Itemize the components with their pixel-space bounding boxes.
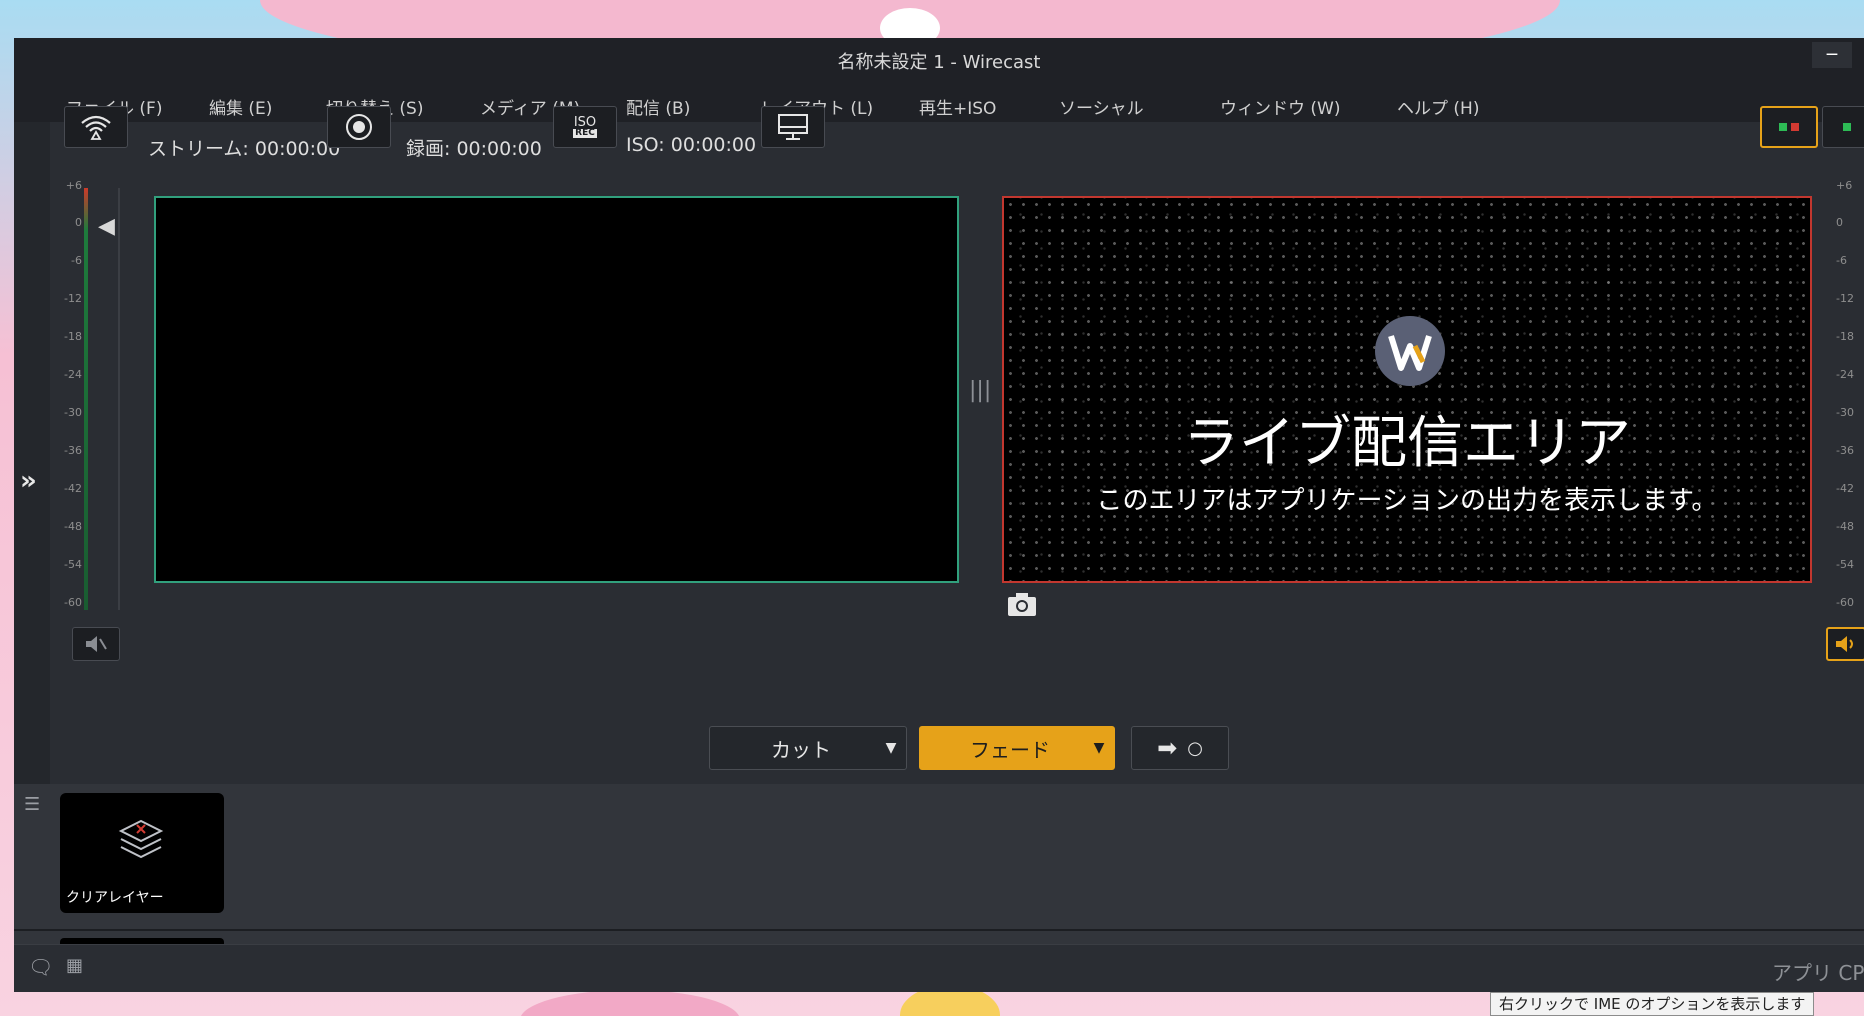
title-bar: 名称未設定 1 - Wirecast ‒: [14, 38, 1864, 84]
dual-view-icon: [1779, 123, 1799, 131]
cut-label: カット: [771, 737, 831, 762]
preview-volume-track[interactable]: [118, 188, 120, 610]
status-bar: 🗨 ▦ アプリ CP: [14, 944, 1864, 992]
menu-playback-iso[interactable]: 再生+ISO: [919, 94, 996, 119]
meter-tick: -12: [1836, 292, 1854, 305]
snapshot-button[interactable]: [1006, 590, 1038, 622]
display-output-button[interactable]: [761, 106, 825, 148]
live-background-pattern: [1004, 198, 1810, 581]
layout-single-button[interactable]: [1822, 106, 1864, 148]
layer-divider: [14, 929, 1864, 931]
meter-tick: 0: [1836, 216, 1843, 229]
meter-tick: -30: [64, 406, 82, 419]
chevron-down-icon[interactable]: ▼: [1084, 740, 1114, 756]
meter-tick: -60: [64, 596, 82, 609]
meter-tick: -18: [64, 330, 82, 343]
iso-time: 00:00:00: [670, 134, 757, 156]
iso-record-button[interactable]: ISO REC: [553, 106, 617, 148]
left-panel-strip: »: [14, 122, 50, 792]
preview-level-bar: [84, 188, 88, 610]
meter-tick: -36: [64, 444, 82, 457]
app-window: 名称未設定 1 - Wirecast ‒ ファイル (F) 編集 (E) 切り替…: [14, 38, 1864, 992]
meter-tick: -48: [64, 520, 82, 533]
volume-slider-handle-icon[interactable]: ◀: [98, 214, 115, 239]
ime-tooltip: 右クリックで IME のオプションを表示します: [1490, 992, 1815, 1016]
meter-tick: -24: [64, 368, 82, 381]
fade-label: フェード: [970, 737, 1050, 762]
live-monitor[interactable]: ライブ配信エリア このエリアはアプリケーションの出力を表示します。: [1002, 196, 1812, 583]
wallpaper-shape: [520, 990, 740, 1016]
speaker-icon: [1836, 636, 1853, 652]
meter-tick: -54: [1836, 558, 1854, 571]
meter-tick: +6: [65, 179, 82, 192]
live-meter-scale: +6 0 -6 -12 -18 -24 -30 -36 -42 -48 -54 …: [1836, 179, 1864, 609]
window-title: 名称未設定 1 - Wirecast: [837, 52, 1041, 73]
meter-tick: -12: [64, 292, 82, 305]
live-subtitle: このエリアはアプリケーションの出力を表示します。: [1096, 486, 1718, 516]
live-title: ライブ配信エリア: [1183, 411, 1631, 476]
shot-label: クリアレイヤー: [66, 890, 164, 906]
meter-tick: -42: [64, 482, 82, 495]
meter-tick: -6: [1836, 254, 1847, 267]
expand-panel-icon[interactable]: »: [20, 466, 37, 496]
menu-social[interactable]: ソーシャル: [1059, 94, 1144, 119]
chat-icon[interactable]: 🗨: [28, 955, 53, 979]
camera-icon: [1008, 593, 1036, 616]
go-transition-button[interactable]: ➡ ○: [1131, 726, 1229, 770]
menu-help[interactable]: ヘルプ (H): [1397, 94, 1479, 119]
mute-live-button[interactable]: [1826, 627, 1864, 661]
meter-tick: -30: [1836, 406, 1854, 419]
menu-bar: ファイル (F) 編集 (E) 切り替え (S) メディア (M) 配信 (B)…: [14, 84, 1864, 122]
wirecast-logo-icon: [1375, 316, 1445, 386]
fade-button[interactable]: フェード ▼: [919, 726, 1115, 770]
record-label: 録画:: [406, 138, 451, 160]
preview-monitor[interactable]: [154, 196, 959, 583]
layout-dual-button[interactable]: [1760, 106, 1818, 148]
speaker-muted-icon: [86, 636, 107, 652]
meter-tick: -24: [1836, 368, 1854, 381]
cpu-label: アプリ CP: [1772, 961, 1864, 985]
meter-tick: -42: [1836, 482, 1854, 495]
mute-preview-button[interactable]: [72, 627, 120, 661]
arrow-right-icon: ➡: [1157, 734, 1178, 762]
record-icon: [346, 114, 372, 140]
iso-rec-icon: ISO REC: [573, 116, 597, 138]
layer-handle-icon[interactable]: ☰: [24, 794, 40, 815]
meter-tick: -36: [1836, 444, 1854, 457]
meter-tick: -6: [71, 254, 82, 267]
stream-label: ストリーム:: [148, 138, 249, 160]
record-button[interactable]: [327, 106, 391, 148]
preview-meter-scale: +6 0 -6 -12 -18 -24 -30 -36 -42 -48 -54 …: [54, 179, 82, 609]
single-view-icon: [1843, 123, 1851, 131]
cut-button[interactable]: カット ▼: [709, 726, 907, 770]
meter-tick: -18: [1836, 330, 1854, 343]
meter-tick: +6: [1836, 179, 1853, 192]
shot-layers-panel: ☰ クリアレイヤー: [14, 784, 1864, 946]
monitor-icon: [778, 114, 808, 140]
meter-tick: -48: [1836, 520, 1854, 533]
layers-clear-icon: [118, 819, 164, 859]
menu-window[interactable]: ウィンドウ (W): [1220, 94, 1340, 119]
wifi-broadcast-icon: [81, 115, 111, 140]
meter-tick: -54: [64, 558, 82, 571]
stream-button[interactable]: [64, 106, 128, 148]
meter-tick: -60: [1836, 596, 1854, 609]
minimize-button[interactable]: ‒: [1812, 42, 1852, 68]
iso-label: ISO:: [626, 134, 665, 156]
go-indicator: ○: [1187, 737, 1203, 759]
menu-edit[interactable]: 編集 (E): [209, 94, 272, 119]
shot-clear-layer[interactable]: クリアレイヤー: [60, 793, 224, 913]
splitter-handle-icon[interactable]: |||: [969, 378, 991, 403]
menu-broadcast[interactable]: 配信 (B): [626, 94, 690, 119]
record-time: 00:00:00: [456, 138, 542, 160]
calendar-icon[interactable]: ▦: [66, 955, 83, 976]
meter-tick: 0: [75, 216, 82, 229]
iso-badge-bottom: REC: [573, 128, 597, 138]
minimize-icon: ‒: [1825, 41, 1839, 65]
chevron-down-icon[interactable]: ▼: [876, 740, 906, 756]
